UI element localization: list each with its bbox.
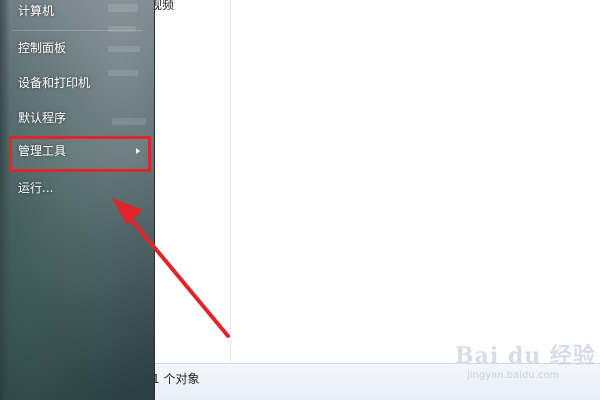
arrow-head-icon: [112, 198, 143, 225]
annotation-arrow: [112, 198, 230, 338]
arrow-shaft: [123, 210, 230, 338]
